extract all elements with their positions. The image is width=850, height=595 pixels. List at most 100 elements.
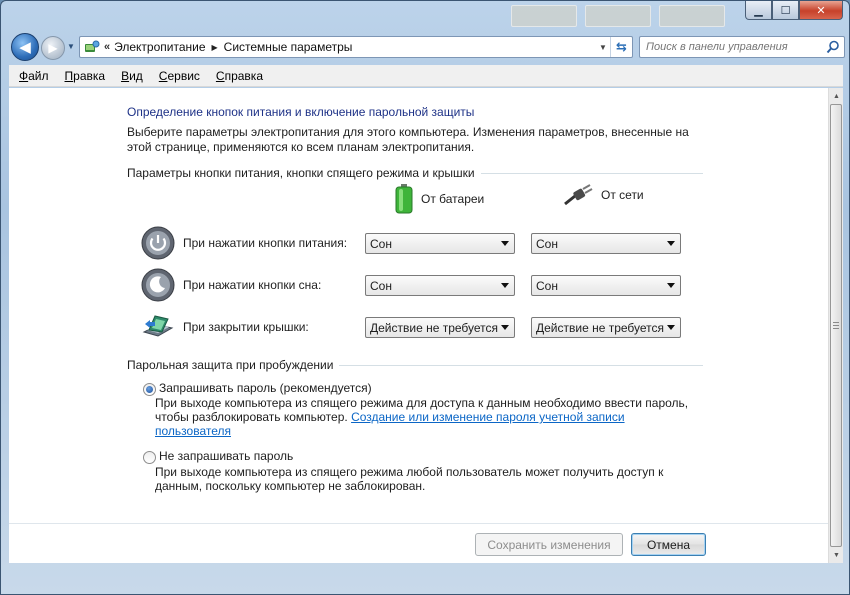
page-description: Выберите параметры электропитания для эт…	[127, 125, 689, 154]
search-box[interactable]	[639, 36, 845, 58]
footer-divider	[9, 523, 828, 524]
menu-help[interactable]: Справка	[208, 66, 271, 86]
radio-require-password[interactable]: Запрашивать пароль (рекомендуется)	[143, 381, 372, 396]
sleep-button-ac-select[interactable]: Сон	[531, 275, 681, 296]
power-button-battery-select[interactable]: Сон	[365, 233, 515, 254]
back-button[interactable]: ◀	[11, 33, 39, 61]
power-plug-icon	[564, 184, 593, 206]
menu-view-label: ид	[129, 68, 143, 83]
recent-pages-dropdown[interactable]: ▼	[67, 42, 75, 51]
lid-close-ac-select[interactable]: Действие не требуется	[531, 317, 681, 338]
refresh-button[interactable]: ⇆	[610, 37, 632, 57]
close-button[interactable]: ✕	[799, 1, 843, 20]
menu-file-label: айл	[28, 68, 49, 83]
no-password-label[interactable]: Не запрашивать пароль	[159, 449, 293, 463]
section-heading-buttons: Параметры кнопки питания, кнопки спящего…	[127, 166, 481, 180]
power-button-icon	[141, 226, 175, 260]
menu-tools[interactable]: Сервис	[151, 66, 208, 86]
breadcrumb-item-system-settings[interactable]: Системные параметры	[224, 40, 353, 54]
address-bar[interactable]: « Электропитание ▶ Системные параметры ▼…	[79, 36, 633, 58]
menu-file[interactable]: Файл	[11, 66, 57, 86]
column-header-ac: От сети	[563, 184, 644, 206]
column-label-battery: От батареи	[421, 192, 485, 206]
chevron-down-icon	[667, 283, 675, 288]
column-label-ac: От сети	[601, 188, 644, 202]
change-password-link[interactable]: Создание или изменение пароля учетной за…	[351, 410, 625, 424]
select-value: Сон	[536, 279, 558, 293]
menu-help-accesskey: С	[215, 68, 225, 83]
sleep-button-battery-select[interactable]: Сон	[365, 275, 515, 296]
maximize-button[interactable]: ☐	[772, 1, 799, 20]
chevron-down-icon	[667, 325, 675, 330]
setting-row-power-button: При нажатии кнопки питания: Сон Сон	[141, 226, 701, 262]
menu-view-accesskey: В	[121, 68, 130, 83]
description-line: При выходе компьютера из спящего режима …	[155, 396, 689, 410]
caption-buttons: ▁ ☐ ✕	[745, 1, 843, 21]
breadcrumb-item-power[interactable]: Электропитание	[114, 40, 205, 54]
window-frame: ▁ ☐ ✕ ◀ ▶ ▼ « Электропитание ▶ Системные…	[0, 0, 850, 595]
setting-row-lid-close: При закрытии крышки: Действие не требует…	[141, 310, 701, 346]
change-password-link-continued[interactable]: пользователя	[155, 424, 231, 438]
laptop-lid-icon	[142, 315, 174, 337]
description-line: пользователя	[155, 424, 715, 438]
radio-button-unselected[interactable]	[143, 451, 156, 464]
content-pane: Определение кнопок питания и включение п…	[9, 88, 828, 563]
arrow-right-icon: ▶	[48, 41, 58, 55]
forward-button[interactable]: ▶	[41, 36, 65, 60]
menu-edit-accesskey: П	[64, 68, 74, 83]
minimize-button[interactable]: ▁	[745, 1, 772, 20]
menu-view[interactable]: Вид	[113, 66, 151, 86]
description-text: чтобы разблокировать компьютер.	[155, 410, 348, 424]
radio-no-password[interactable]: Не запрашивать пароль	[143, 449, 293, 464]
search-icon[interactable]	[826, 40, 840, 54]
save-changes-button[interactable]: Сохранить изменения	[475, 533, 623, 556]
battery-icon	[395, 184, 413, 214]
navigation-bar: ◀ ▶ ▼ « Электропитание ▶ Системные парам…	[9, 32, 845, 62]
sleep-button-icon	[141, 268, 175, 302]
lid-close-battery-select[interactable]: Действие не требуется	[365, 317, 515, 338]
page-title: Определение кнопок питания и включение п…	[127, 105, 475, 119]
require-password-description: При выходе компьютера из спящего режима …	[155, 396, 715, 438]
refresh-icon: ⇆	[616, 39, 627, 54]
radio-button-selected[interactable]	[143, 383, 156, 396]
lid-close-label: При закрытии крышки:	[183, 320, 309, 334]
breadcrumb-separator-icon[interactable]: ▶	[212, 43, 218, 52]
no-password-description: При выходе компьютера из спящего режима …	[155, 465, 715, 493]
select-value: Действие не требуется	[370, 321, 499, 335]
control-panel-icon	[83, 38, 101, 56]
arrow-left-icon: ◀	[19, 39, 31, 56]
sleep-button-label: При нажатии кнопки сна:	[183, 278, 322, 292]
scroll-up-icon[interactable]: ▲	[829, 89, 844, 103]
setting-row-sleep-button: При нажатии кнопки сна: Сон Сон	[141, 268, 701, 304]
power-button-label: При нажатии кнопки питания:	[183, 236, 348, 250]
menu-file-accesskey: Ф	[19, 68, 29, 83]
chevron-down-icon	[501, 283, 509, 288]
breadcrumb-overflow[interactable]: «	[104, 41, 110, 53]
power-button-ac-select[interactable]: Сон	[531, 233, 681, 254]
select-value: Сон	[370, 237, 392, 251]
select-value: Действие не требуется	[536, 321, 665, 335]
description-line: чтобы разблокировать компьютер. Создание…	[155, 410, 715, 424]
menu-bar: Файл Правка Вид Сервис Справка	[9, 65, 843, 87]
select-value: Сон	[370, 279, 392, 293]
select-value: Сон	[536, 237, 558, 251]
require-password-label[interactable]: Запрашивать пароль (рекомендуется)	[159, 381, 372, 395]
column-header-battery: От батареи	[395, 184, 484, 214]
section-heading-password: Парольная защита при пробуждении	[127, 358, 340, 372]
scrollbar-thumb[interactable]	[830, 104, 842, 547]
vertical-scrollbar[interactable]: ▲ ▼	[828, 88, 843, 563]
chevron-down-icon	[667, 241, 675, 246]
chevron-down-icon	[501, 325, 509, 330]
menu-help-label: правка	[224, 68, 263, 83]
menu-edit[interactable]: Правка	[57, 66, 114, 86]
menu-tools-label: ервис	[167, 68, 200, 83]
chevron-down-icon	[501, 241, 509, 246]
address-dropdown-button[interactable]: ▼	[596, 37, 610, 57]
description-line: данным, поскольку компьютер не заблокиро…	[155, 479, 426, 493]
cancel-button[interactable]: Отмена	[631, 533, 706, 556]
grip-icon	[833, 322, 839, 329]
background-taskbar-decoration	[471, 1, 731, 31]
scroll-down-icon[interactable]: ▼	[829, 548, 844, 562]
search-input[interactable]	[646, 38, 826, 56]
menu-edit-label: равка	[73, 68, 106, 83]
